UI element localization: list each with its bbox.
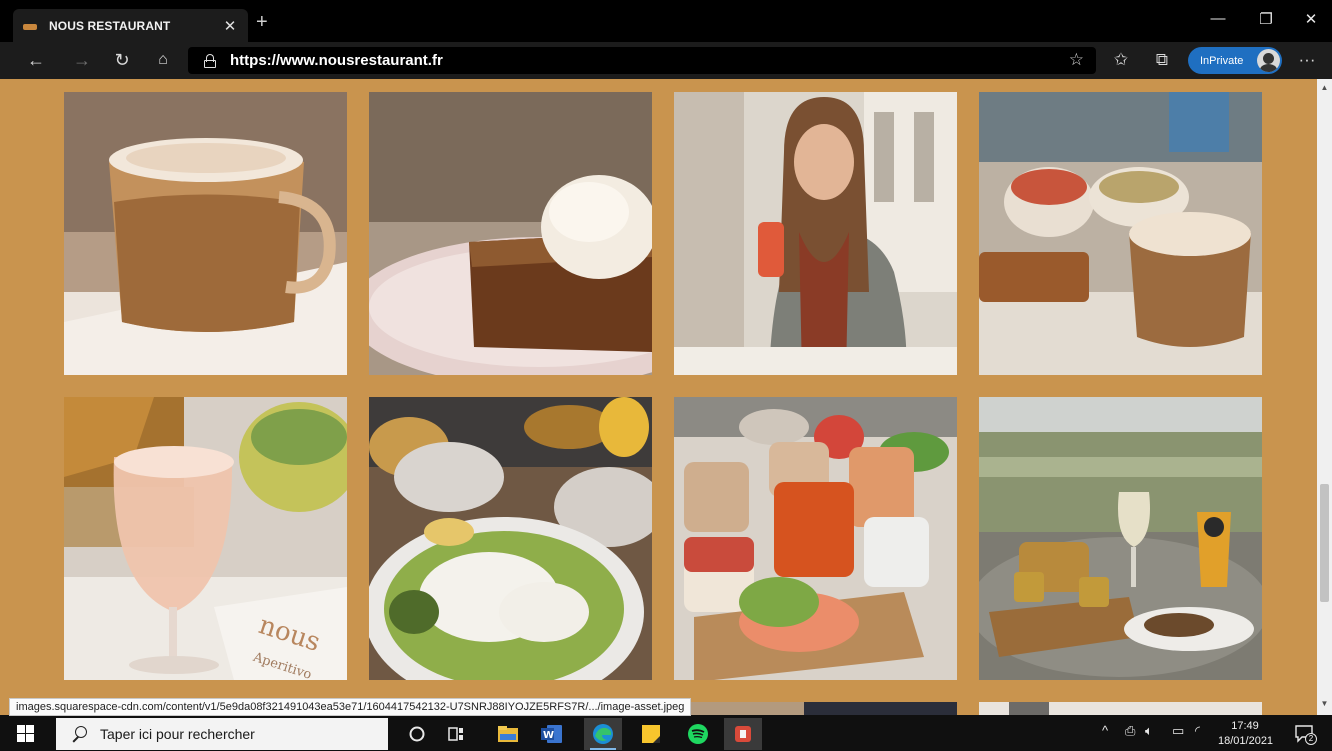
gallery-photo-cappuccino[interactable] [64,92,347,375]
close-tab-icon[interactable]: ✕ [222,17,238,35]
site-favicon-icon [23,23,37,30]
notification-count-badge: 2 [1305,733,1317,745]
browser-tab-strip: NOUS RESTAURANT ✕ + — ❐ ✕ [0,0,1332,42]
inprivate-label: InPrivate [1200,54,1244,67]
clock-time: 17:49 [1231,720,1259,732]
new-tab-icon[interactable]: + [256,12,268,32]
gallery-photo-brownie[interactable] [369,92,652,375]
windows-start-icon[interactable] [17,725,34,742]
windows-taskbar: Taper ici pour rechercher W ^ ⎙ 🔈︎ ▭ ◜ 1… [0,715,1332,751]
home-icon[interactable]: ⌂ [151,50,175,70]
gallery-photo-brunch-table[interactable] [674,397,957,680]
app-red-icon[interactable] [724,718,762,750]
refresh-icon[interactable]: ↻ [110,50,134,70]
url-text: https://www.nousrestaurant.fr [230,52,443,69]
back-arrow-icon[interactable]: ← [24,50,48,70]
more-options-icon[interactable]: ··· [1296,50,1318,70]
profile-avatar-icon [1257,49,1280,72]
search-placeholder: Taper ici pour rechercher [100,726,255,742]
svg-text:W: W [543,730,554,741]
gallery-photo-avocado-salad[interactable] [369,397,652,680]
restore-icon[interactable]: ❐ [1254,10,1278,28]
lock-icon [204,53,216,68]
status-url-bubble: images.squarespace-cdn.com/content/v1/5e… [9,698,692,716]
meet-now-icon[interactable]: ⎙ [1125,723,1135,739]
sticky-notes-icon[interactable] [632,718,670,750]
gallery-photo-woman-drink[interactable] [674,92,957,375]
notification-center-icon[interactable]: 2 [1294,723,1317,745]
scroll-up-arrow-icon[interactable]: ▲ [1317,81,1332,95]
gallery-photo-spritz[interactable]: nous Aperitivo [64,397,347,680]
gallery-photo-canal-terrace[interactable] [979,397,1262,680]
taskbar-search-box[interactable]: Taper ici pour rechercher [56,718,388,750]
show-hidden-icons-chevron-icon[interactable]: ^ [1102,723,1108,738]
clock-date: 18/01/2021 [1218,735,1274,747]
edge-browser-icon[interactable] [584,718,622,750]
inprivate-badge[interactable]: InPrivate [1188,47,1282,74]
vertical-scrollbar[interactable]: ▲ ▼ [1317,79,1332,715]
taskbar-clock[interactable]: 17:49 18/01/2021 [1218,719,1274,749]
scroll-down-arrow-icon[interactable]: ▼ [1317,697,1332,711]
address-bar[interactable]: https://www.nousrestaurant.fr ☆ [188,47,1096,74]
minimize-icon[interactable]: — [1206,10,1230,27]
gallery-photo-row3-b[interactable] [674,702,957,715]
file-explorer-icon[interactable] [489,718,527,750]
battery-icon[interactable]: ▭ [1172,723,1184,739]
gallery-photo-latte-brunch[interactable] [979,92,1262,375]
browser-toolbar: ← → ↻ ⌂ https://www.nousrestaurant.fr ☆ … [0,42,1332,79]
favorites-list-icon[interactable]: ✩ [1110,50,1132,70]
gallery-photo-row3-c[interactable] [979,702,1262,715]
volume-icon[interactable]: 🔈︎ [1145,723,1153,739]
task-view-icon[interactable] [437,718,475,750]
search-icon [70,725,88,743]
spotify-icon[interactable] [679,718,717,750]
collections-icon[interactable]: ⧉ [1151,50,1173,70]
forward-arrow-icon[interactable]: → [70,50,94,70]
word-icon[interactable]: W [533,718,571,750]
browser-tab[interactable]: NOUS RESTAURANT ✕ [13,9,248,42]
cortana-icon[interactable] [398,718,436,750]
scrollbar-thumb[interactable] [1320,484,1329,602]
wifi-icon[interactable]: ◜ [1195,723,1200,739]
favorite-star-icon[interactable]: ☆ [1069,50,1084,70]
close-window-icon[interactable]: ✕ [1299,10,1323,28]
tab-title: NOUS RESTAURANT [49,18,171,33]
page-content: nous Aperitivo [0,79,1317,715]
